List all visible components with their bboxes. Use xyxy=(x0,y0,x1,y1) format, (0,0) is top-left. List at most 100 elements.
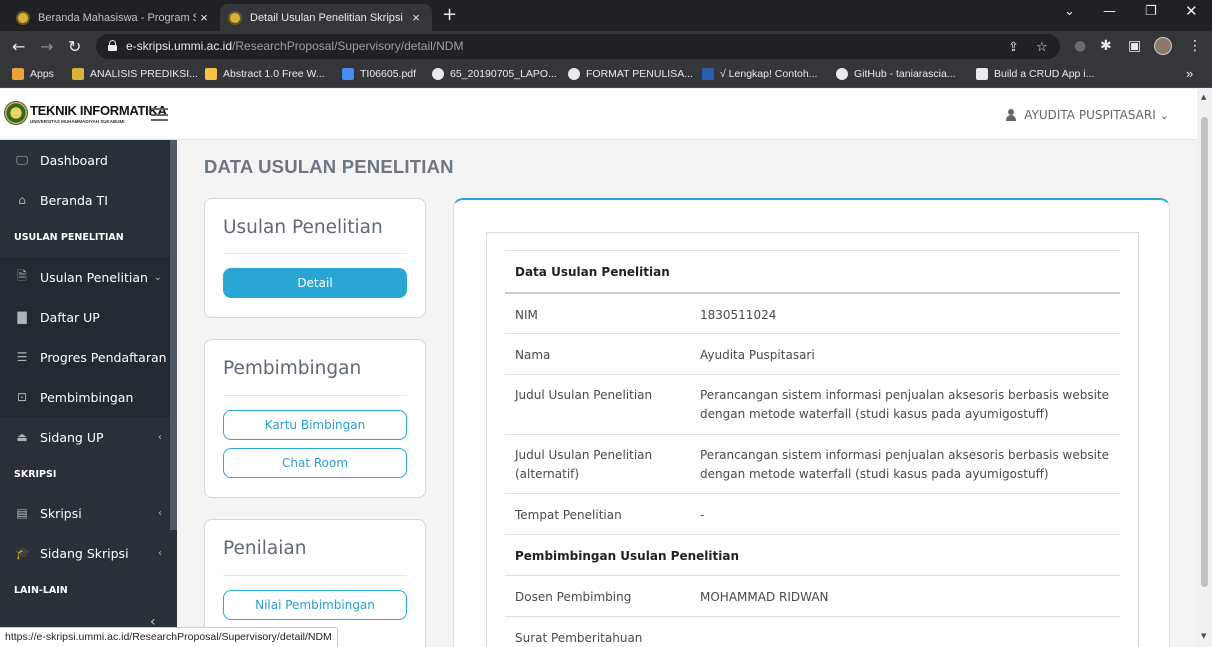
side-panel-icon[interactable]: ▣ xyxy=(1128,38,1141,54)
book-icon: ▤ xyxy=(16,506,28,520)
list-icon: ☰ xyxy=(16,350,28,364)
chat-room-button[interactable]: Chat Room xyxy=(223,448,407,478)
bookmark-github[interactable]: GitHub - taniarascia... xyxy=(836,68,956,80)
user-icon xyxy=(1006,109,1017,121)
hamburger-menu-icon[interactable] xyxy=(151,108,168,121)
page-scrollbar[interactable]: ▲ ▼ xyxy=(1197,89,1212,647)
image-icon xyxy=(72,68,84,80)
institution-icon: ⏏ xyxy=(16,430,28,444)
sidebar-item-pembimbingan[interactable]: ⊡ Pembimbingan xyxy=(0,377,170,417)
tab-title: Beranda Mahasiswa - Program St xyxy=(38,11,196,24)
bookmark-lapo[interactable]: 65_20190705_LAPO... xyxy=(432,68,557,80)
minimize-icon[interactable]: — xyxy=(1103,4,1116,19)
share-icon[interactable]: ⇪ xyxy=(1008,40,1019,55)
forward-icon[interactable]: → xyxy=(40,37,53,56)
bookmark-star-icon[interactable]: ☆ xyxy=(1036,40,1048,55)
close-tab-icon[interactable]: × xyxy=(408,10,424,25)
bookmarks-more-icon[interactable]: » xyxy=(1186,66,1193,81)
status-bar-url: https://e-skripsi.ummi.ac.id/ResearchPro… xyxy=(0,627,338,647)
university-logo-icon xyxy=(4,101,28,125)
divider xyxy=(223,395,407,396)
page-title: DATA USULAN PENELITIAN xyxy=(204,156,454,177)
back-icon[interactable]: ← xyxy=(12,37,25,56)
table-row: NIM 1830511024 xyxy=(505,292,1120,333)
sidebar-item-skripsi[interactable]: ▤ Skripsi ‹ xyxy=(0,493,170,533)
divider xyxy=(223,253,407,254)
sidebar-item-daftar-up[interactable]: ▇ Daftar UP xyxy=(0,297,170,337)
sidebar-item-sidang-skripsi[interactable]: 🎓 Sidang Skripsi ‹ xyxy=(0,533,170,573)
url-text: e-skripsi.ummi.ac.id/ResearchProposal/Su… xyxy=(126,39,464,53)
detail-button[interactable]: Detail xyxy=(223,268,407,298)
section-header: Pembimbingan Usulan Penelitian xyxy=(505,534,1120,575)
browser-tab-detail[interactable]: Detail Usulan Penelitian Skripsi × xyxy=(220,4,432,31)
sidebar-item-dashboard[interactable]: 🖵 Dashboard xyxy=(0,140,170,180)
bookmark-format[interactable]: FORMAT PENULISA... xyxy=(568,68,693,80)
table-row: Tempat Penelitian - xyxy=(505,493,1120,534)
sidebar-header-lain: LAIN-LAIN xyxy=(14,585,68,596)
site-favicon-icon xyxy=(228,10,242,25)
kartu-bimbingan-button[interactable]: Kartu Bimbingan xyxy=(223,410,407,440)
logo-title: TEKNIK INFORMATIKA xyxy=(30,103,167,118)
extensions-puzzle-icon[interactable]: ✱ xyxy=(1100,38,1112,54)
table-row: Nama Ayudita Puspitasari xyxy=(505,333,1120,374)
extension-icon[interactable]: ● xyxy=(1074,38,1086,54)
file-text-icon: 🗎 xyxy=(17,268,27,283)
globe-icon xyxy=(568,68,580,80)
table-row: Surat Pemberitahuan xyxy=(505,616,1120,647)
table-row: Judul Usulan Penelitian Perancangan siste… xyxy=(505,374,1120,434)
sidebar-item-usulan-penelitian[interactable]: 🗎 Usulan Penelitian ⌄ xyxy=(0,257,170,297)
address-bar[interactable]: e-skripsi.ummi.ac.id/ResearchProposal/Su… xyxy=(96,34,1060,59)
nilai-pembimbingan-button[interactable]: Nilai Pembimbingan xyxy=(223,590,407,620)
sidebar-item-sidang-up[interactable]: ⏏ Sidang UP ‹ xyxy=(0,417,170,457)
chevron-left-icon: ‹ xyxy=(158,547,162,559)
bookmarks-bar: Apps ANALISIS PREDIKSI... Abstract 1.0 F… xyxy=(0,62,1212,88)
scrollbar-thumb[interactable] xyxy=(1201,117,1208,587)
globe-icon xyxy=(432,68,444,80)
scroll-up-icon[interactable]: ▲ xyxy=(1201,93,1206,101)
new-tab-button[interactable]: + xyxy=(442,4,457,25)
lock-icon xyxy=(108,40,117,51)
sidebar-item-beranda-ti[interactable]: ⌂ Beranda TI xyxy=(0,180,170,220)
web-page: TEKNIK INFORMATIKA UNIVERSITAS MUHAMMADI… xyxy=(0,89,1197,647)
scroll-down-icon[interactable]: ▼ xyxy=(1201,632,1206,640)
sidebar-header-usulan: USULAN PENELITIAN xyxy=(14,232,124,243)
logo-subtitle: UNIVERSITAS MUHAMMADIYAH SUKABUMI xyxy=(30,119,125,124)
file-icon: ▇ xyxy=(17,310,27,324)
browser-tab-beranda[interactable]: Beranda Mahasiswa - Program St × xyxy=(8,4,220,31)
chevron-down-icon: ⌄ xyxy=(153,271,162,283)
card-title: Usulan Penelitian xyxy=(223,217,383,238)
browser-tab-strip: Beranda Mahasiswa - Program St × Detail … xyxy=(0,0,1212,31)
tm-icon xyxy=(702,68,714,80)
bookmark-crud[interactable]: Build a CRUD App i... xyxy=(976,68,1094,80)
section-header: Data Usulan Penelitian xyxy=(505,250,1120,292)
bookmark-apps[interactable]: Apps xyxy=(12,68,54,80)
chalkboard-icon: ⊡ xyxy=(16,390,28,404)
bookmark-ti06605[interactable]: TI06605.pdf xyxy=(342,68,416,80)
chevron-down-icon: ⌄ xyxy=(1159,108,1169,122)
chevron-left-icon: ‹ xyxy=(158,507,162,519)
bookmark-analisis[interactable]: ANALISIS PREDIKSI... xyxy=(72,68,198,80)
browser-toolbar: ← → ↻ e-skripsi.ummi.ac.id/ResearchPropo… xyxy=(0,31,1212,62)
detail-table: Data Usulan Penelitian NIM 1830511024 Nam… xyxy=(486,232,1139,647)
profile-avatar[interactable] xyxy=(1154,37,1172,55)
sidebar-item-progres[interactable]: ☰ Progres Pendaftaran xyxy=(0,337,170,377)
detail-panel: Data Usulan Penelitian NIM 1830511024 Nam… xyxy=(453,198,1170,647)
card-title: Penilaian xyxy=(223,538,307,559)
table-row: Dosen Pembimbing MOHAMMAD RIDWAN xyxy=(505,575,1120,616)
user-name: AYUDITA PUSPITASARI xyxy=(1024,108,1156,122)
bookmark-abstract[interactable]: Abstract 1.0 Free W... xyxy=(205,68,325,80)
divider xyxy=(223,575,407,576)
menu-kebab-icon[interactable]: ⋮ xyxy=(1188,38,1202,54)
reload-icon[interactable]: ↻ xyxy=(68,37,81,56)
restore-icon[interactable]: ❐ xyxy=(1145,4,1157,19)
doc-icon xyxy=(342,68,354,80)
tab-search-icon[interactable]: ⌄ xyxy=(1064,4,1075,19)
close-window-icon[interactable]: ✕ xyxy=(1185,2,1198,20)
bookmark-lengkap[interactable]: √ Lengkap! Contoh... xyxy=(702,68,817,80)
user-menu[interactable]: AYUDITA PUSPITASARI ⌄ xyxy=(1006,108,1169,122)
sidebar-scrollbar[interactable] xyxy=(170,140,177,530)
card-title: Pembimbingan xyxy=(223,358,362,379)
slides-icon xyxy=(205,68,217,80)
chevron-left-icon: ‹ xyxy=(158,431,162,443)
close-tab-icon[interactable]: × xyxy=(196,10,212,25)
